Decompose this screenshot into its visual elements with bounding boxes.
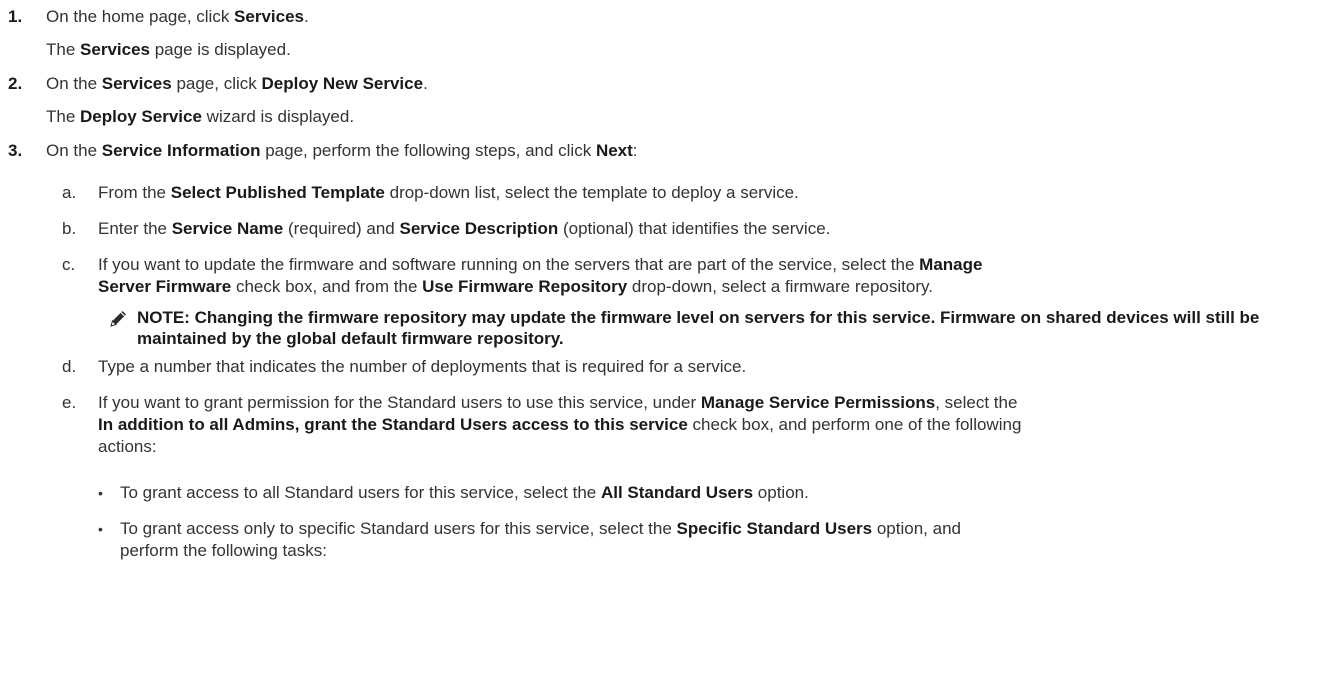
- substep-e-line-1: If you want to grant permission for the …: [98, 393, 1018, 412]
- ui-term: Services: [101, 74, 172, 93]
- ui-term: All Standard Users: [600, 483, 754, 502]
- ui-term: Use Firmware Repository: [422, 277, 628, 296]
- ui-term: Manage: [919, 255, 983, 274]
- ui-term: Deploy Service: [80, 107, 202, 126]
- note-text: NOTE: Changing the firmware repository m…: [137, 308, 1260, 348]
- ui-term: Server Firmware: [98, 277, 232, 296]
- ui-term: Specific Standard Users: [676, 519, 873, 538]
- bullet-1-symbol: •: [98, 485, 103, 501]
- bullet-2-line-1: To grant access only to specific Standar…: [120, 519, 961, 538]
- ui-term: Select Published Template: [170, 183, 385, 202]
- ui-term: Next: [595, 141, 633, 160]
- substep-letter-a: a.: [62, 183, 77, 202]
- ui-term: Services: [234, 7, 304, 26]
- substep-letter-d: d.: [62, 357, 77, 376]
- ui-term: In addition to all Admins, grant the Sta…: [98, 415, 688, 434]
- bullet-1-line-1: To grant access to all Standard users fo…: [120, 483, 809, 502]
- ui-term: Service Name: [171, 219, 284, 238]
- substep-e-line-2: In addition to all Admins, grant the Sta…: [98, 415, 1022, 434]
- ui-term: Manage Service Permissions: [700, 393, 936, 412]
- substep-letter-c: c.: [62, 255, 76, 274]
- step-number-2: 2.: [8, 74, 23, 93]
- step-number-3: 3.: [8, 141, 23, 160]
- step-3-text: On the Service Information page, perform…: [46, 141, 638, 160]
- substep-c-line-1: If you want to update the firmware and s…: [98, 255, 983, 274]
- substep-e-line-3: actions:: [98, 437, 157, 456]
- ui-term: Services: [80, 40, 150, 59]
- step-1-result: The Services page is displayed.: [46, 40, 291, 59]
- ui-term: Service Information: [101, 141, 261, 160]
- substep-d-line-1: Type a number that indicates the number …: [98, 357, 747, 376]
- step-2-text: On the Services page, click Deploy New S…: [46, 74, 428, 93]
- substep-a-line-1: From the Select Published Template drop-…: [98, 183, 799, 202]
- ui-term: Deploy New Service: [261, 74, 424, 93]
- substep-letter-b: b.: [62, 219, 77, 238]
- substep-b-line-1: Enter the Service Name (required) and Se…: [98, 219, 831, 238]
- bullet-2-symbol: •: [98, 521, 103, 537]
- step-1-text: On the home page, click Services.: [46, 7, 309, 26]
- bullet-2-line-2: perform the following tasks:: [120, 541, 327, 560]
- substep-c-line-2: Server Firmware check box, and from the …: [98, 277, 933, 296]
- step-2-result: The Deploy Service wizard is displayed.: [46, 107, 355, 126]
- note-pencil-icon: [107, 308, 129, 330]
- substep-letter-e: e.: [62, 393, 77, 412]
- ui-term: Service Description: [399, 219, 559, 238]
- step-number-1: 1.: [8, 7, 23, 26]
